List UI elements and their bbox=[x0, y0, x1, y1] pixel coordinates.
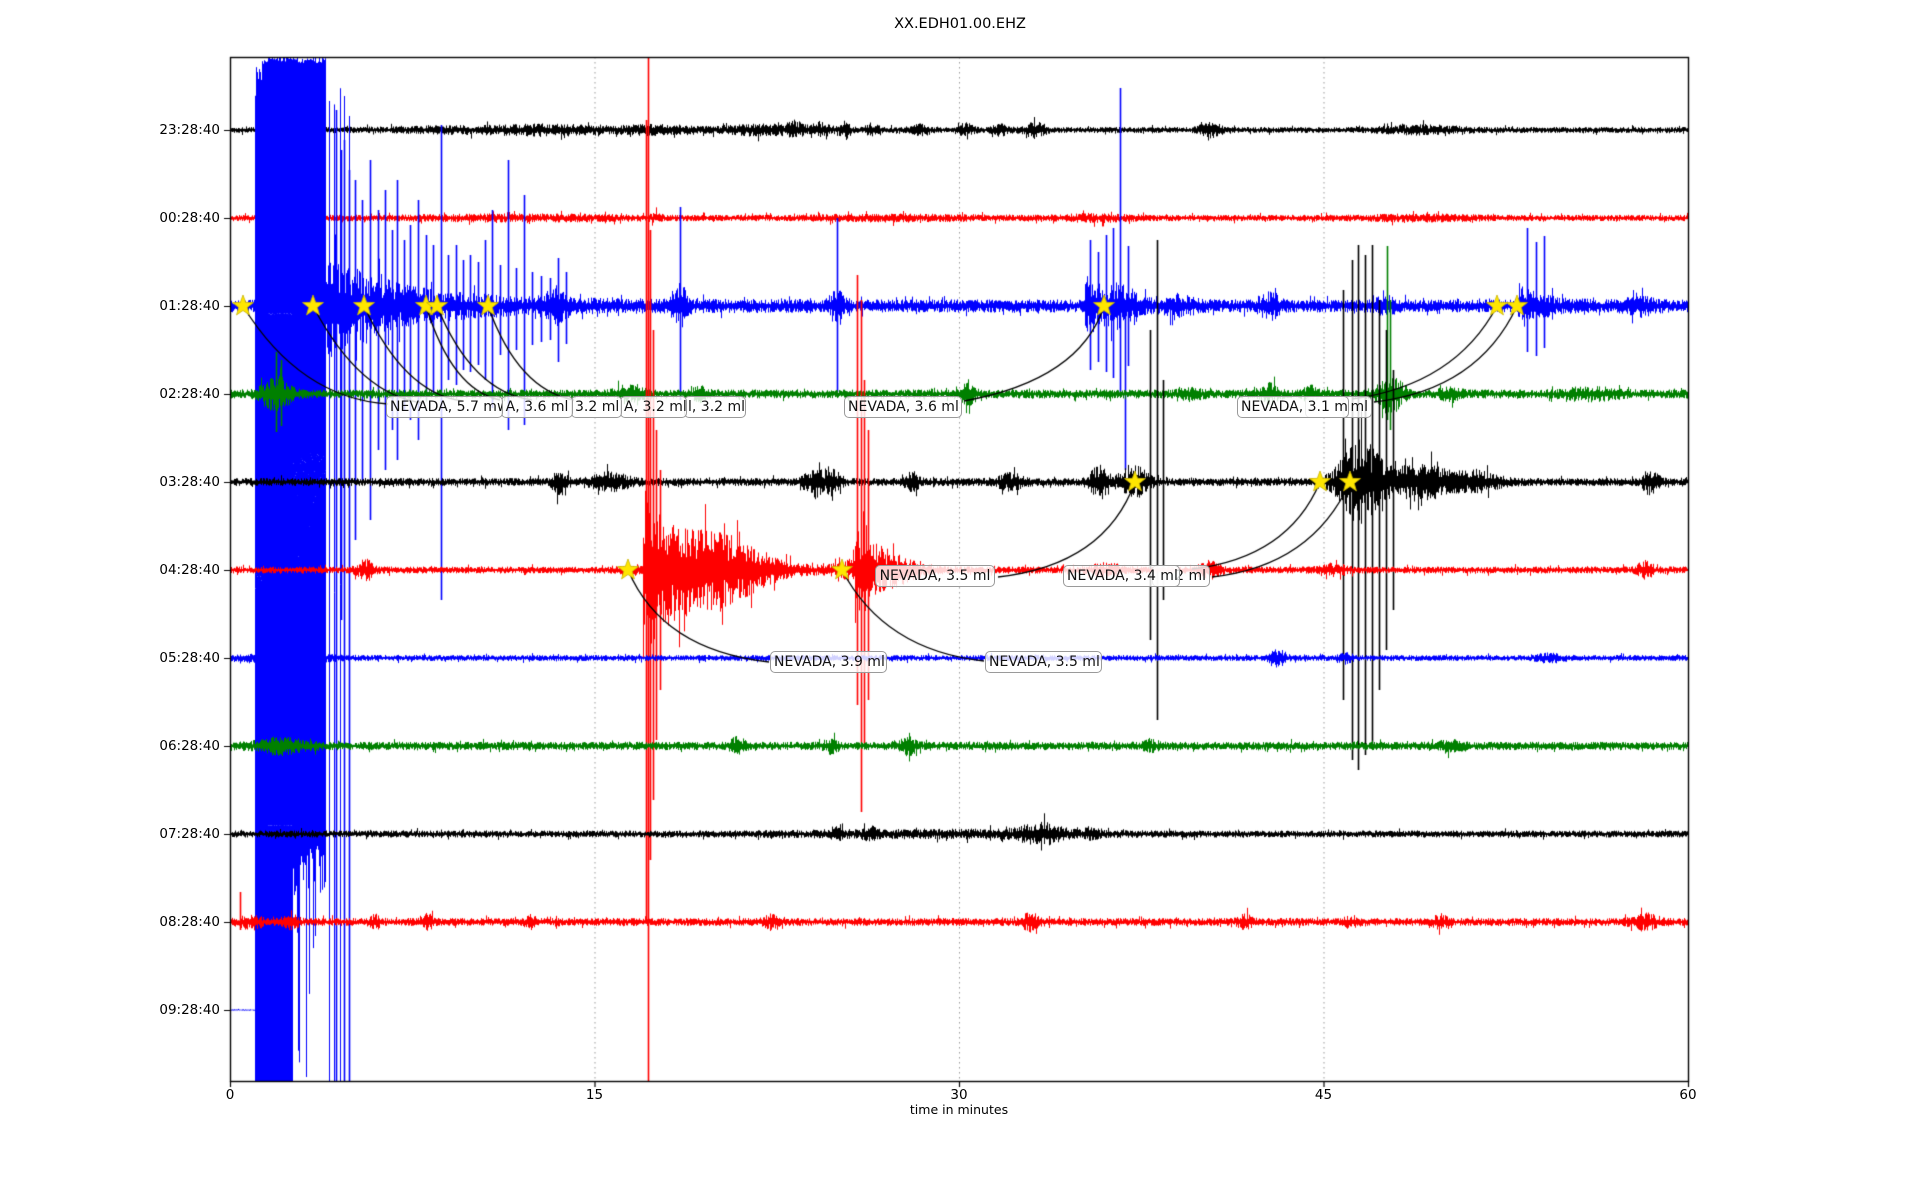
y-tick-label: 07:28:40 bbox=[159, 826, 220, 842]
y-tick-label: 02:28:40 bbox=[159, 386, 220, 402]
event-label: NEVADA, 3.4 ml bbox=[1063, 565, 1180, 587]
y-tick-label: 01:28:40 bbox=[159, 298, 220, 314]
event-label: NEVADA, 3.5 ml bbox=[985, 651, 1102, 673]
y-tick-label: 00:28:40 bbox=[159, 210, 220, 226]
x-tick-label: 0 bbox=[225, 1087, 235, 1103]
event-label: A, 3.2 ml bbox=[620, 396, 687, 418]
y-tick-label: 05:28:40 bbox=[159, 650, 220, 666]
event-label: NEVADA, 3.6 ml bbox=[844, 396, 962, 418]
event-label: l, 3.2 ml bbox=[684, 396, 746, 418]
x-axis-title: time in minutes bbox=[909, 1102, 1009, 1117]
seismogram-canvas bbox=[0, 0, 1920, 1200]
y-tick-label: 23:28:40 bbox=[159, 122, 220, 138]
event-label: NEVADA, 3.1 ml bbox=[1237, 396, 1349, 418]
event-label: NEVADA, 3.9 ml bbox=[770, 651, 887, 673]
event-label: NEVADA, 5.7 mw bbox=[386, 396, 503, 418]
event-label: A, 3.6 ml bbox=[501, 396, 573, 418]
y-tick-label: 04:28:40 bbox=[159, 562, 220, 578]
event-label: 3.2 ml bbox=[571, 396, 622, 418]
y-tick-label: 06:28:40 bbox=[159, 738, 220, 754]
x-tick-label: 30 bbox=[950, 1087, 968, 1103]
y-tick-label: 08:28:40 bbox=[159, 914, 220, 930]
x-tick-label: 60 bbox=[1679, 1087, 1697, 1103]
y-tick-label: 09:28:40 bbox=[159, 1002, 220, 1018]
x-tick-label: 45 bbox=[1314, 1087, 1333, 1103]
x-tick-label: 15 bbox=[585, 1087, 604, 1103]
chart-title: XX.EDH01.00.EHZ bbox=[894, 16, 1026, 32]
y-tick-label: 03:28:40 bbox=[159, 474, 220, 490]
event-label: NEVADA, 3.5 ml bbox=[875, 565, 995, 587]
